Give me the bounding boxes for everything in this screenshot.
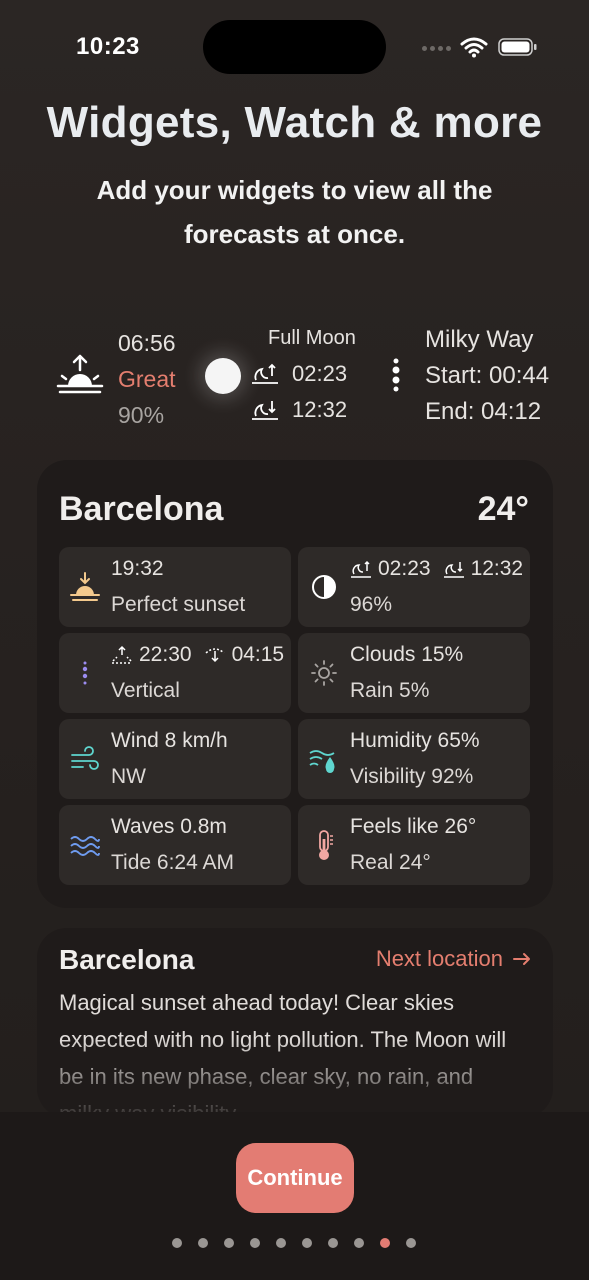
moonset-row: 12:32	[250, 397, 347, 423]
sunrise-rating: Great	[118, 366, 176, 392]
status-bar: 10:23	[0, 0, 589, 90]
page-dot[interactable]	[250, 1238, 260, 1248]
page-dot[interactable]	[172, 1238, 182, 1248]
status-time: 10:23	[76, 33, 140, 60]
moon-times: 02:23 12:32	[350, 557, 523, 581]
milky-way-end: End: 04:12	[425, 398, 542, 425]
next-location-label: Next location	[375, 946, 503, 971]
humidity-icon	[309, 750, 335, 773]
tile-wind: Wind 8 km/h NW	[59, 719, 291, 799]
sunrise-info: 06:56 Great 90%	[118, 325, 176, 433]
milky-way-title: Milky Way	[425, 326, 534, 353]
sunrise-percent: 90%	[118, 402, 165, 428]
moonrise-row: 02:23	[250, 361, 347, 387]
forecast-widget-card[interactable]: Barcelona 24° 19:32 Perfect sunset 02:23…	[37, 460, 553, 908]
tile-clouds: Clouds 15% Rain 5%	[298, 633, 530, 713]
humidity-value: Humidity 65%	[350, 729, 480, 752]
continue-button[interactable]: Continue	[236, 1143, 354, 1213]
tile-moon: 02:23 12:32 96%	[298, 547, 530, 627]
milky-way-start: Start: 00:44	[425, 362, 550, 389]
moonset-icon	[443, 562, 464, 578]
dynamic-island	[203, 20, 386, 74]
next-location-button[interactable]: Next location	[376, 946, 531, 972]
clouds-value: Clouds 15%	[350, 643, 464, 666]
milky-way-set-icon	[205, 648, 225, 663]
tile-waves: Waves 0.8m Tide 6:24 AM	[59, 805, 291, 885]
sunrise-time: 06:56	[118, 330, 176, 356]
visibility-value: Visibility 92%	[350, 765, 474, 788]
description-city: Barcelona	[59, 944, 195, 975]
page-dot[interactable]	[328, 1238, 338, 1248]
sunset-icon	[70, 572, 100, 601]
sunset-time: 19:32	[111, 557, 164, 580]
wind-icon	[71, 746, 99, 770]
tile-humidity: Humidity 65% Visibility 92%	[298, 719, 530, 799]
tile-milky-way: 22:30 04:15 Vertical	[59, 633, 291, 713]
moonset-time: 12:32	[292, 397, 348, 422]
thermometer-icon	[319, 830, 333, 860]
feels-like-value: Feels like 26°	[350, 815, 477, 838]
moonrise-time: 02:23	[292, 361, 348, 386]
signal-icon	[422, 46, 451, 51]
sunset-quality: Perfect sunset	[111, 593, 246, 616]
moonrise-time: 02:23	[378, 557, 431, 580]
arrow-right-icon	[513, 953, 530, 965]
moonrise-icon	[351, 560, 371, 578]
tide-time: Tide 6:24 AM	[111, 851, 234, 874]
sun-outline-icon	[311, 660, 337, 686]
milky-way-rise-icon	[112, 645, 132, 664]
milky-way-info: Milky Way Start: 00:44 End: 04:12	[425, 322, 549, 430]
milky-way-icon	[392, 358, 400, 392]
page-dot-active[interactable]	[380, 1238, 390, 1248]
milky-way-icon	[82, 661, 88, 685]
sunrise-icon	[56, 354, 104, 394]
moon-half-icon	[312, 575, 336, 599]
page-dot[interactable]	[198, 1238, 208, 1248]
moon-phase: Full Moon	[268, 327, 356, 349]
rain-value: Rain 5%	[350, 679, 430, 702]
tile-sunset: 19:32 Perfect sunset	[59, 547, 291, 627]
wind-direction: NW	[111, 765, 146, 788]
description-card: Barcelona Next location Magical sunset a…	[37, 928, 553, 1118]
card-temperature: 24°	[477, 490, 529, 528]
page-dot[interactable]	[406, 1238, 416, 1248]
page-dot[interactable]	[354, 1238, 364, 1248]
moonset-icon	[252, 401, 278, 420]
milky-way-rise-time: 22:30	[139, 643, 192, 666]
page-dot[interactable]	[276, 1238, 286, 1248]
page-dot[interactable]	[224, 1238, 234, 1248]
moon-illumination: 96%	[350, 593, 393, 616]
wind-speed: Wind 8 km/h	[111, 729, 228, 752]
moonset-time: 12:32	[470, 557, 524, 580]
description-fade	[37, 1038, 553, 1118]
real-temp-value: Real 24°	[350, 851, 431, 874]
milky-way-times: 22:30 04:15	[111, 643, 284, 667]
waves-height: Waves 0.8m	[111, 815, 227, 838]
page-indicator	[172, 1238, 416, 1248]
card-city: Barcelona	[59, 490, 224, 528]
milky-way-orientation: Vertical	[111, 679, 180, 702]
page-title: Widgets, Watch & more	[46, 98, 543, 147]
milky-way-set-time: 04:15	[231, 643, 285, 666]
full-moon-icon	[205, 358, 241, 394]
page-dot[interactable]	[302, 1238, 312, 1248]
page-subtitle: Add your widgets to view all the forecas…	[96, 175, 493, 249]
battery-icon	[498, 38, 537, 56]
wifi-icon	[460, 37, 488, 58]
tile-feels-like: Feels like 26° Real 24°	[298, 805, 530, 885]
moonrise-icon	[252, 363, 278, 384]
waves-icon	[70, 836, 100, 856]
